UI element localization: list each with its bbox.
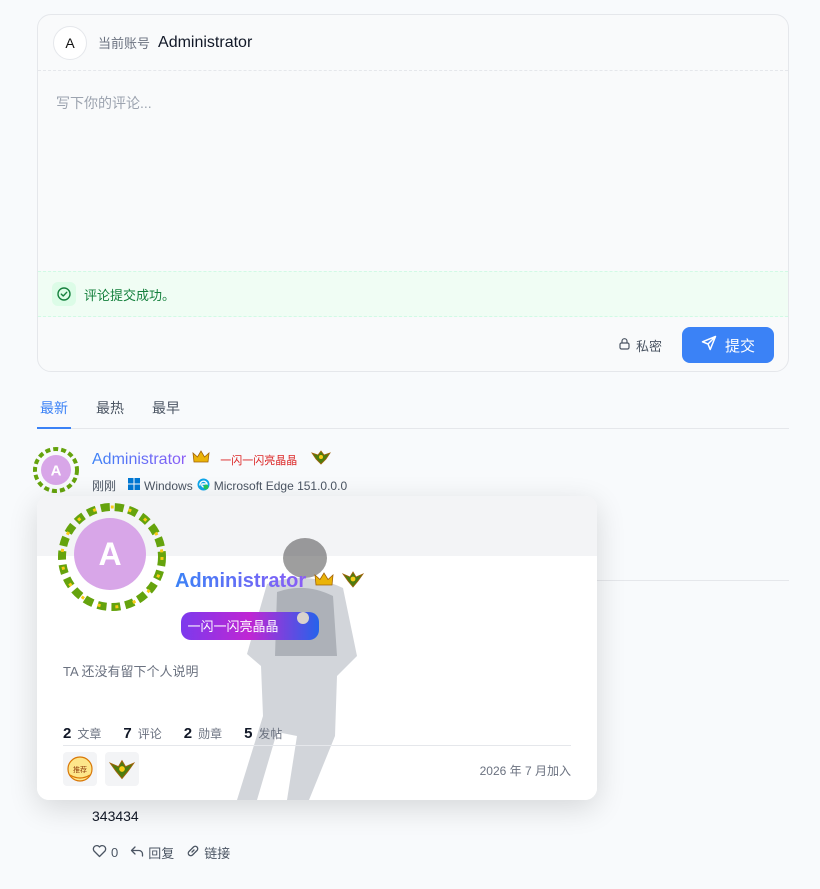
rank-emblem-icon: [341, 570, 365, 593]
like-count: 0: [111, 845, 119, 860]
tab-latest[interactable]: 最新: [37, 390, 71, 429]
medal-recommend[interactable]: 推荐: [63, 752, 97, 786]
comment-author-row: Administrator 一闪一闪亮晶晶: [92, 449, 332, 470]
reply-button[interactable]: 回复: [130, 843, 174, 862]
windows-icon: [128, 478, 141, 493]
stat-label: 发帖: [258, 727, 283, 741]
medal-text: 推荐: [73, 765, 87, 774]
title-badge: 一闪一闪亮晶晶: [220, 454, 298, 467]
comment-actions: 0 回复 链接: [92, 843, 230, 862]
profile-divider: [63, 745, 571, 746]
like-button[interactable]: 0: [92, 844, 118, 861]
stat-number: 7: [123, 725, 132, 742]
edge-icon: [197, 478, 210, 494]
svg-text:A: A: [51, 463, 62, 480]
link-label: 链接: [204, 846, 231, 861]
comment-meta: 刚刚 Windows Microsoft Edge 151.0.0.0: [92, 477, 347, 494]
submit-button[interactable]: 提交: [682, 327, 774, 363]
success-message: 评论提交成功。: [84, 287, 176, 303]
submit-label: 提交: [724, 337, 755, 355]
profile-name[interactable]: Administrator: [175, 570, 306, 593]
tab-earliest[interactable]: 最早: [149, 390, 183, 429]
comment-avatar[interactable]: A: [33, 447, 79, 493]
sort-tabs: 最新 最热 最早: [37, 390, 789, 429]
title-banner-text: 一闪一闪亮晶晶: [187, 619, 278, 635]
title-banner-badge: 一闪一闪亮晶晶: [177, 604, 323, 646]
heart-icon: [92, 844, 107, 861]
comment-content: 343434: [92, 808, 139, 824]
check-circle-icon: [52, 282, 76, 306]
lock-icon: [618, 337, 631, 353]
medal-rank-emblem[interactable]: [105, 752, 139, 786]
profile-description: TA 还没有留下个人说明: [63, 664, 199, 679]
account-label: 当前账号: [98, 36, 151, 51]
stat-medals[interactable]: 2 勋章: [184, 725, 222, 742]
account-name: Administrator: [158, 33, 253, 51]
stat-label: 评论: [137, 727, 162, 741]
stat-label: 勋章: [198, 727, 223, 741]
stat-articles[interactable]: 2 文章: [63, 725, 101, 742]
link-button[interactable]: 链接: [186, 843, 230, 862]
reply-icon: [130, 845, 144, 861]
avatar[interactable]: A: [53, 25, 87, 60]
stat-number: 5: [244, 725, 253, 742]
link-icon: [186, 844, 200, 861]
comment-browser: Microsoft Edge 151.0.0.0: [213, 478, 348, 493]
medal-list: 推荐: [63, 752, 139, 786]
stat-number: 2: [63, 725, 72, 742]
profile-stats: 2 文章 7 评论 2 勋章 5 发帖: [63, 725, 282, 742]
editor-header: A 当前账号 Administrator: [38, 15, 788, 71]
profile-avatar-initial: A: [98, 536, 121, 572]
success-alert: 评论提交成功。: [38, 271, 788, 317]
comment-os: Windows: [144, 478, 193, 493]
profile-joined-date: 2026 年 7 月加入: [479, 764, 571, 778]
stat-label: 文章: [77, 727, 102, 741]
profile-hover-card: A Administrator 一闪一闪亮晶晶 TA 还没有留下个人说明 2 文…: [37, 496, 597, 800]
comment-author-name[interactable]: Administrator: [92, 451, 186, 469]
rank-emblem-icon: [311, 449, 332, 470]
crown-icon: [314, 571, 334, 592]
profile-avatar[interactable]: A: [55, 502, 169, 612]
stat-number: 2: [183, 725, 193, 742]
private-label: 私密: [635, 338, 662, 354]
editor-footer: 私密 提交: [38, 317, 788, 373]
stat-posts[interactable]: 5 发帖: [244, 725, 282, 742]
private-toggle[interactable]: 私密: [618, 336, 662, 355]
comment-time: 刚刚: [92, 479, 117, 493]
stat-comments[interactable]: 7 评论: [123, 725, 161, 742]
comment-textarea[interactable]: 写下你的评论...: [38, 71, 788, 271]
crown-icon: [192, 450, 210, 469]
comment-editor: A 当前账号 Administrator 写下你的评论... 评论提交成功。 私…: [37, 14, 789, 372]
profile-name-row: Administrator: [175, 570, 365, 593]
reply-label: 回复: [148, 846, 175, 861]
tab-hottest[interactable]: 最热: [93, 390, 127, 429]
send-icon: [701, 335, 717, 355]
